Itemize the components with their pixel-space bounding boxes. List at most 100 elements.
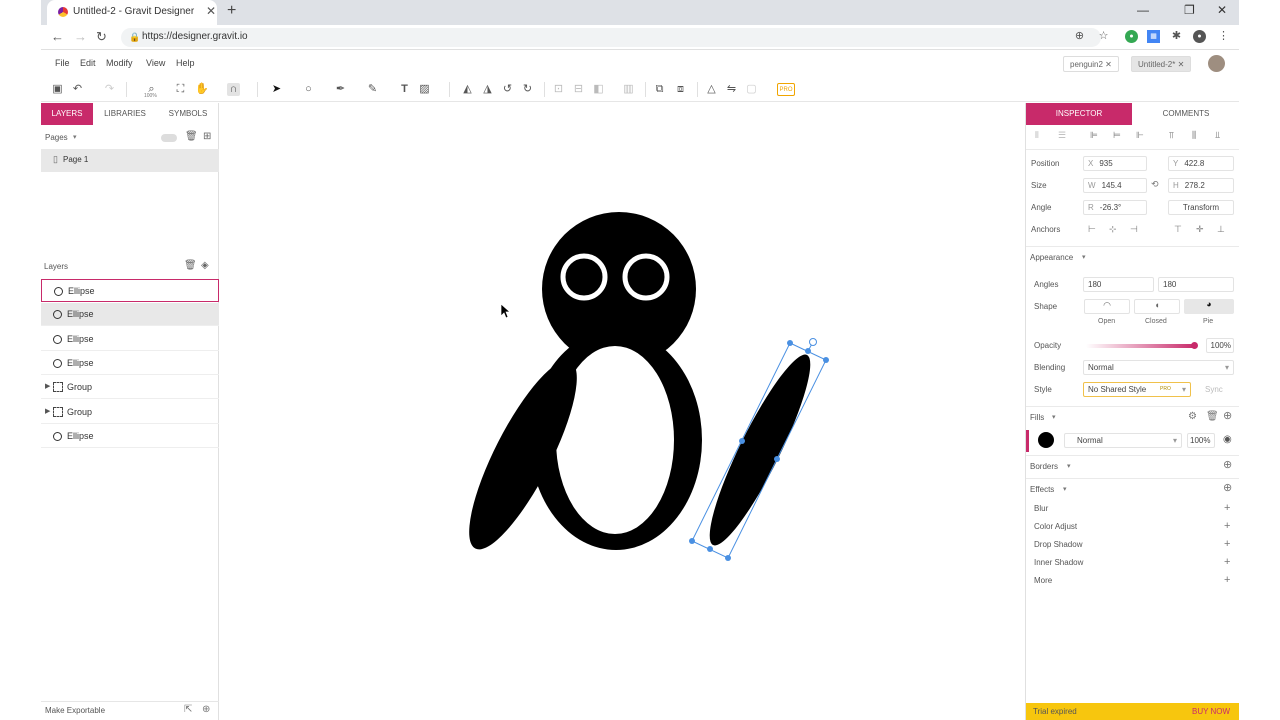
layer-row[interactable]: ▶ Group (41, 401, 219, 424)
window-minimize-button[interactable]: — (1137, 3, 1149, 17)
shape-open-button[interactable]: ◠ (1084, 299, 1130, 314)
trash-icon[interactable]: 🗑 (184, 260, 197, 271)
forward-icon[interactable]: → (74, 29, 87, 44)
fills-section[interactable]: Fills ▾ ⚙ 🗑 ⊕ (1026, 406, 1239, 428)
fit-screen-icon[interactable]: ⛶ (174, 83, 187, 96)
design-canvas[interactable] (220, 103, 1025, 720)
blending-select[interactable]: Normal ▾ (1083, 360, 1234, 375)
new-tab-button[interactable]: + (227, 2, 236, 20)
pages-toggle[interactable] (161, 134, 177, 142)
plus-icon[interactable]: + (1224, 502, 1230, 514)
expand-arrow-icon[interactable]: ▶ (45, 382, 50, 390)
settings-icon[interactable]: ⚙ (1188, 411, 1197, 422)
text-tool-icon[interactable]: T (398, 83, 411, 96)
brush-tool-icon[interactable]: ✎ (366, 83, 379, 96)
trash-icon[interactable]: 🗑 (1206, 411, 1219, 422)
effect-row[interactable]: Inner Shadow + (1026, 554, 1239, 572)
fill-color-swatch[interactable] (1038, 432, 1054, 448)
rotation-handle[interactable] (809, 338, 817, 346)
shape-pie-button[interactable]: ◕ (1184, 299, 1234, 314)
plus-icon[interactable]: + (1224, 520, 1230, 532)
rotate-left-icon[interactable]: ↺ (501, 83, 514, 96)
penguin-right-wing[interactable] (695, 346, 825, 554)
mask-icon[interactable]: ▢ (745, 83, 758, 96)
flip-vertical-icon[interactable]: ◮ (481, 83, 494, 96)
borders-section[interactable]: Borders ▾ ⊕ (1026, 455, 1239, 477)
position-x-field[interactable]: X 935 (1083, 156, 1147, 171)
layer-row[interactable]: Ellipse (41, 328, 219, 351)
anchor-top-icon[interactable]: ⊤ (1174, 224, 1182, 235)
selection-handle[interactable] (787, 340, 793, 346)
rotate-right-icon[interactable]: ↻ (521, 83, 534, 96)
tab-layers[interactable]: LAYERS (41, 103, 93, 125)
appearance-section[interactable]: Appearance ▾ (1026, 246, 1239, 268)
export-icon[interactable]: ⇱ (184, 704, 192, 715)
browser-tab[interactable]: Untitled-2 - Gravit Designer ✕ (47, 0, 217, 25)
plus-icon[interactable]: + (1224, 556, 1230, 568)
selection-handle[interactable] (823, 357, 829, 363)
layer-row[interactable]: Ellipse (41, 279, 219, 302)
selection-handle[interactable] (774, 456, 780, 462)
arrange-back-icon[interactable]: ⧈ (674, 83, 687, 96)
expand-arrow-icon[interactable]: ▶ (45, 407, 50, 415)
effects-section[interactable]: Effects ▾ ⊕ (1026, 478, 1239, 500)
ellipse-tool-icon[interactable]: ○ (302, 83, 315, 96)
menu-modify[interactable]: Modify (106, 58, 133, 68)
layer-row[interactable]: Ellipse (41, 303, 219, 327)
hand-icon[interactable]: ✋ (195, 83, 209, 96)
effect-row[interactable]: More + (1026, 572, 1239, 590)
align-icon[interactable]: ▥ (622, 83, 635, 96)
selection-handle[interactable] (739, 438, 745, 444)
menu-edit[interactable]: Edit (80, 58, 96, 68)
make-exportable-label[interactable]: Make Exportable (45, 706, 105, 715)
zoom-page-icon[interactable]: ⊕ (1073, 30, 1086, 43)
size-w-field[interactable]: W 145.4 (1083, 178, 1147, 193)
distribute-horizontal-icon[interactable]: ⫴ (1035, 130, 1039, 141)
tab-libraries[interactable]: LIBRARIES (93, 103, 157, 125)
shape-closed-button[interactable]: ◖ (1134, 299, 1180, 314)
penguin-right-eye[interactable] (622, 253, 670, 301)
opacity-field[interactable]: 100% (1206, 338, 1234, 353)
size-h-field[interactable]: H 278.2 (1168, 178, 1234, 193)
doc-tab-untitled-2[interactable]: Untitled-2* ✕ (1131, 56, 1192, 72)
path-icon[interactable]: ⇋ (725, 83, 738, 96)
bookmark-star-icon[interactable]: ☆ (1097, 30, 1110, 43)
warp-icon[interactable]: △ (705, 83, 718, 96)
angle-r-field[interactable]: R -26.3° (1083, 200, 1147, 215)
penguin-left-eye[interactable] (560, 253, 608, 301)
distribute-vertical-icon[interactable]: ☰ (1058, 130, 1066, 141)
angle-end-field[interactable]: 180 (1158, 277, 1234, 292)
profile-icon[interactable]: ● (1193, 30, 1206, 43)
anchor-center-h-icon[interactable]: ⊹ (1109, 224, 1117, 235)
doc-tab-penguin2[interactable]: penguin2 ✕ (1063, 56, 1119, 72)
ungroup-icon[interactable]: ⊟ (572, 83, 585, 96)
effect-row[interactable]: Blur + (1026, 500, 1239, 518)
group-icon[interactable]: ⊡ (552, 83, 565, 96)
align-center-icon[interactable]: ⊨ (1113, 130, 1121, 141)
anchor-bottom-icon[interactable]: ⊥ (1217, 224, 1225, 235)
extensions-puzzle-icon[interactable]: ✱ (1170, 30, 1183, 43)
plus-icon[interactable]: + (1224, 574, 1230, 586)
align-top-icon[interactable]: ⫪ (1169, 130, 1174, 141)
add-page-icon[interactable]: ⊞ (203, 131, 211, 142)
plus-icon[interactable]: ⊕ (1223, 409, 1232, 422)
tab-inspector[interactable]: INSPECTOR (1026, 103, 1132, 125)
lock-ratio-icon[interactable]: ⟲ (1151, 179, 1159, 190)
align-left-icon[interactable]: ⊫ (1090, 130, 1098, 141)
shared-style-select[interactable]: No Shared Style PRO ▾ (1083, 382, 1191, 397)
plus-icon[interactable]: + (1224, 538, 1230, 550)
pen-tool-icon[interactable]: ✒ (334, 83, 347, 96)
reload-icon[interactable]: ↻ (96, 29, 107, 45)
extension-icon[interactable]: ● (1125, 30, 1138, 43)
opacity-slider-thumb[interactable] (1191, 342, 1198, 349)
position-y-field[interactable]: Y 422.8 (1168, 156, 1234, 171)
layer-row[interactable]: ▶ Group (41, 376, 219, 400)
extension-grid-icon[interactable]: ▦ (1147, 30, 1160, 43)
back-icon[interactable]: ← (51, 29, 64, 44)
fill-blend-select[interactable]: Normal ▾ (1064, 433, 1182, 448)
eye-icon[interactable]: ◉ (1223, 434, 1232, 445)
sync-button[interactable]: Sync (1205, 385, 1223, 394)
menu-file[interactable]: File (55, 58, 70, 68)
effect-row[interactable]: Color Adjust + (1026, 518, 1239, 536)
selection-handle[interactable] (689, 538, 695, 544)
